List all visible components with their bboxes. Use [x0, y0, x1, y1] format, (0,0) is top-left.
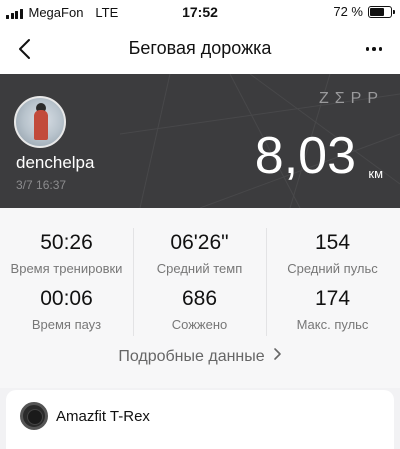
stat-value: 06'26" — [170, 231, 229, 254]
stat-avg-heart-rate: 154 Средний пульс — [266, 232, 399, 276]
stat-label: Макс. пульс — [296, 317, 369, 332]
page-title: Беговая дорожка — [128, 38, 272, 58]
stat-value: 174 — [314, 287, 351, 310]
stat-label: Сожжено — [171, 317, 228, 332]
stat-pause-time: 00:06 Время пауз — [0, 288, 133, 332]
stat-avg-pace: 06'26" Средний темп — [133, 232, 266, 276]
avatar[interactable] — [14, 96, 66, 148]
workout-datetime: 3/7 16:37 — [16, 178, 67, 192]
navigation-bar: Беговая дорожка — [0, 26, 400, 74]
stat-label: Время тренировки — [10, 261, 123, 276]
more-button[interactable] — [362, 36, 386, 62]
stat-value: 154 — [314, 231, 351, 254]
stat-label: Время пауз — [31, 317, 102, 332]
brand-logo: ZΣPP — [318, 90, 384, 107]
stat-value: 686 — [181, 287, 218, 310]
stat-max-heart-rate: 174 Макс. пульс — [266, 288, 399, 332]
chevron-right-icon — [273, 347, 282, 366]
stat-calories: 686 Сожжено — [133, 288, 266, 332]
device-name: Amazfit T-Rex — [56, 408, 150, 425]
stat-duration: 50:26 Время тренировки — [0, 232, 133, 276]
more-dots-icon — [365, 47, 370, 51]
stat-value: 00:06 — [40, 287, 93, 310]
battery-percent: 72 % — [333, 4, 363, 19]
stat-label: Средний пульс — [287, 261, 378, 276]
stat-label: Средний темп — [156, 261, 243, 276]
stats-panel: 50:26 Время тренировки 06'26" Средний те… — [0, 208, 400, 388]
watch-icon — [20, 402, 48, 430]
battery-icon — [368, 5, 395, 18]
details-link-label: Подробные данные — [118, 348, 265, 365]
username: denchelpa — [16, 153, 95, 172]
details-link[interactable]: Подробные данные — [0, 347, 400, 366]
workout-summary-card: ZΣPP denchelpa 3/7 16:37 8,03 км — [0, 74, 400, 208]
status-right: 72 % — [333, 4, 395, 19]
device-row[interactable]: Amazfit T-Rex — [6, 390, 394, 449]
status-bar: MegaFon LTE 17:52 72 % — [0, 0, 400, 26]
distance-unit: км — [368, 166, 383, 181]
distance-value: 8,03 — [254, 127, 356, 185]
stat-value: 50:26 — [40, 231, 93, 254]
